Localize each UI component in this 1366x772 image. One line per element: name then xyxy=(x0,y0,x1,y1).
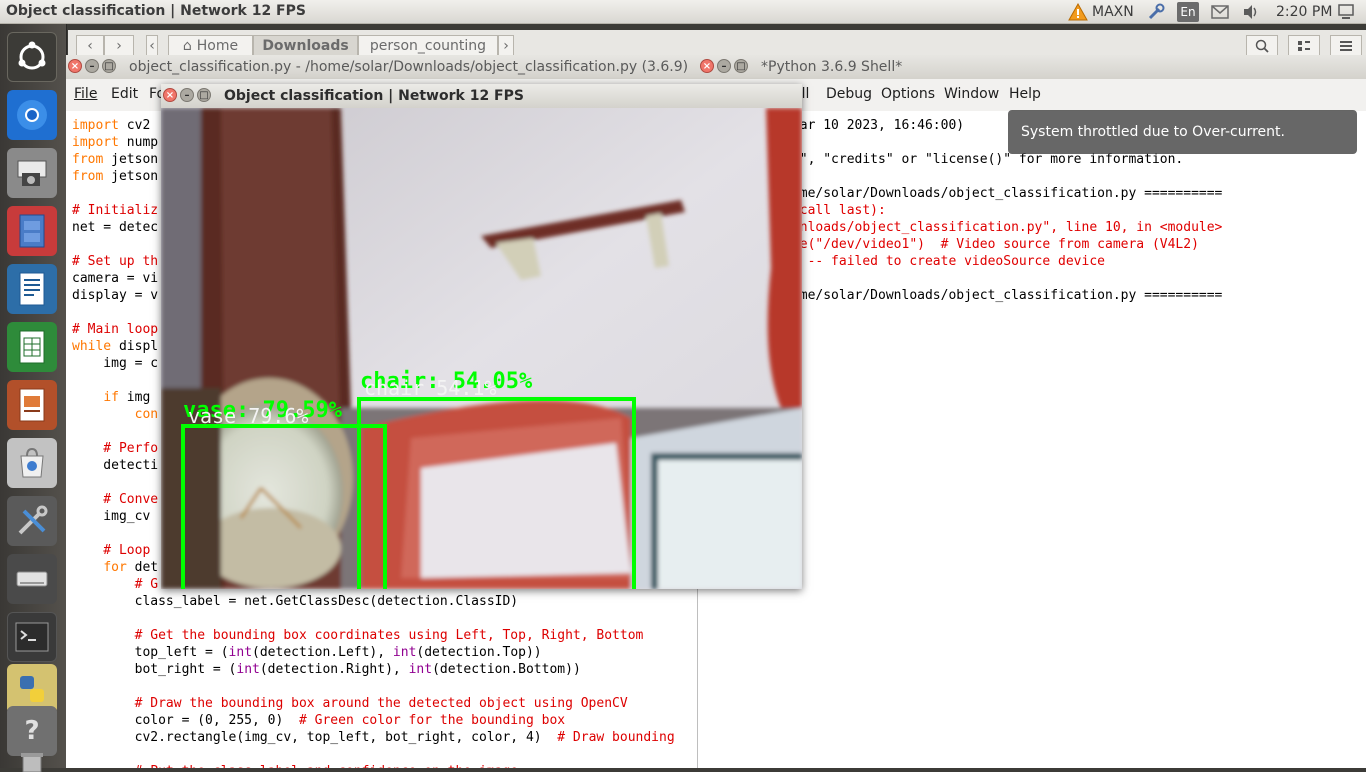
shell-titlebar: × – □ *Python 3.6.9 Shell* xyxy=(698,55,1366,79)
code-line: while displ xyxy=(72,339,159,354)
detection-close-button[interactable]: × xyxy=(163,88,177,102)
throttle-notification: System throttled due to Over-current. xyxy=(1008,110,1357,154)
path-downloads-label: Downloads xyxy=(262,38,349,54)
shell-title: *Python 3.6.9 Shell* xyxy=(761,59,903,75)
detection-window: × – □ Object classification | Network 12… xyxy=(161,84,802,589)
ubuntu-dash-icon[interactable] xyxy=(7,32,57,82)
vase-overlay-text: vase 79.6% xyxy=(188,404,308,428)
code-line: top_left = (int(detection.Left), int(det… xyxy=(72,645,542,660)
screenshot-tool-icon[interactable] xyxy=(7,148,57,198)
view-toggle-button[interactable] xyxy=(1288,35,1320,57)
session-menu-icon[interactable] xyxy=(1334,2,1358,22)
menu-help[interactable]: Help xyxy=(1009,86,1041,102)
notification-text: System throttled due to Over-current. xyxy=(1021,124,1285,140)
code-line: net = detec xyxy=(72,220,159,235)
code-line: display = v xyxy=(72,288,159,303)
code-line: color = (0, 255, 0) # Green color for th… xyxy=(72,713,566,728)
path-home-button[interactable]: ⌂ Home xyxy=(168,35,253,57)
shell-minimize-button[interactable]: – xyxy=(717,59,731,73)
top-panel: Object classification | Network 12 FPS M… xyxy=(0,0,1366,24)
code-line: # Get the bounding box coordinates using… xyxy=(72,628,644,643)
detection-title: Object classification | Network 12 FPS xyxy=(224,88,524,104)
search-icon xyxy=(1255,39,1269,53)
editor-close-button[interactable]: × xyxy=(68,59,82,73)
detection-minimize-button[interactable]: – xyxy=(180,88,194,102)
code-line: detecti xyxy=(72,458,159,473)
path-scroll-left[interactable]: ‹ xyxy=(146,35,158,57)
home-icon: ⌂ xyxy=(182,38,192,54)
code-line: # Put the class label and confidence on … xyxy=(72,763,519,768)
hamburger-icon xyxy=(1340,41,1352,51)
warning-icon[interactable] xyxy=(1066,2,1090,22)
help-icon[interactable]: ? xyxy=(7,706,57,756)
camera-frame: chair: 54.05% vase: 79.59% chair 54.1% v… xyxy=(161,108,802,589)
editor-title: object_classification.py - /home/solar/D… xyxy=(129,59,689,75)
writer-icon[interactable] xyxy=(7,264,57,314)
code-line: # Loop xyxy=(72,543,159,558)
code-line: # Main loop xyxy=(72,322,159,337)
camera-feed: chair: 54.05% vase: 79.59% chair 54.1% v… xyxy=(161,108,802,589)
code-line: img_cv xyxy=(72,509,159,524)
mail-icon[interactable] xyxy=(1209,2,1231,22)
code-line: # Set up th xyxy=(72,254,159,269)
menu-file[interactable]: File xyxy=(74,86,97,102)
path-downloads-button[interactable]: Downloads xyxy=(253,35,358,57)
editor-titlebar: × – □ object_classification.py - /home/s… xyxy=(66,55,698,79)
code-line: cv2.rectangle(img_cv, top_left, bot_righ… xyxy=(72,730,675,745)
code-line: # Perfo xyxy=(72,441,159,456)
menu-debug[interactable]: Debug xyxy=(826,86,872,102)
volume-icon[interactable] xyxy=(1240,2,1262,22)
code-line: import nump xyxy=(72,135,159,150)
path-folder-button[interactable]: person_counting xyxy=(358,35,498,57)
code-line: from jetson xyxy=(72,169,159,184)
code-line: camera = vi xyxy=(72,271,159,286)
impress-icon[interactable] xyxy=(7,380,57,430)
code-line: con xyxy=(72,407,159,422)
path-home-label: Home xyxy=(196,38,239,54)
menu-edit[interactable]: Edit xyxy=(111,86,138,102)
code-line: img = c xyxy=(72,356,159,371)
editor-minimize-button[interactable]: – xyxy=(85,59,99,73)
chromium-icon[interactable] xyxy=(7,90,57,140)
code-line: # Initializ xyxy=(72,203,159,218)
back-button[interactable]: ‹ xyxy=(76,35,104,57)
file-cabinet-icon[interactable] xyxy=(7,206,57,256)
editor-maximize-button[interactable]: □ xyxy=(102,59,116,73)
power-mode-label[interactable]: MAXN xyxy=(1092,2,1134,22)
code-line: # Draw the bounding box around the detec… xyxy=(72,696,628,711)
calc-icon[interactable] xyxy=(7,322,57,372)
path-folder-label: person_counting xyxy=(369,38,487,54)
code-line: from jetson xyxy=(72,152,159,167)
terminal-icon[interactable] xyxy=(7,612,57,662)
menu-button[interactable] xyxy=(1330,35,1362,57)
active-window-title: Object classification | Network 12 FPS xyxy=(6,3,306,19)
shell-close-button[interactable]: × xyxy=(700,59,714,73)
keyboard-layout-indicator[interactable]: En xyxy=(1177,2,1199,22)
search-button[interactable] xyxy=(1246,35,1278,57)
drive-icon[interactable] xyxy=(7,554,57,604)
code-line: class_label = net.GetClassDesc(detection… xyxy=(72,594,519,609)
code-line: if img xyxy=(103,390,159,405)
system-settings-icon[interactable] xyxy=(7,496,57,546)
path-scroll-right[interactable]: › xyxy=(498,35,514,57)
grid-icon xyxy=(1298,41,1310,51)
code-line: # G xyxy=(72,577,159,592)
menu-options[interactable]: Options xyxy=(881,86,935,102)
code-line: bot_right = (int(detection.Right), int(d… xyxy=(72,662,581,677)
menu-window[interactable]: Window xyxy=(944,86,999,102)
detection-titlebar: × – □ Object classification | Network 12… xyxy=(161,84,802,108)
network-settings-icon[interactable] xyxy=(1144,2,1168,22)
chair-overlay-text: chair 54.1% xyxy=(364,376,496,400)
detection-maximize-button[interactable]: □ xyxy=(197,88,211,102)
shell-maximize-button[interactable]: □ xyxy=(734,59,748,73)
code-line: # Conve xyxy=(72,492,159,507)
launcher: ? xyxy=(0,24,67,772)
keyboard-layout-label: En xyxy=(1180,5,1196,19)
software-center-icon[interactable] xyxy=(7,438,57,488)
forward-button[interactable]: › xyxy=(104,35,134,57)
trash-icon[interactable] xyxy=(7,752,57,772)
code-line: for det xyxy=(103,560,159,575)
clock[interactable]: 2:20 PM xyxy=(1276,2,1332,22)
code-line: import cv2 xyxy=(72,118,151,133)
